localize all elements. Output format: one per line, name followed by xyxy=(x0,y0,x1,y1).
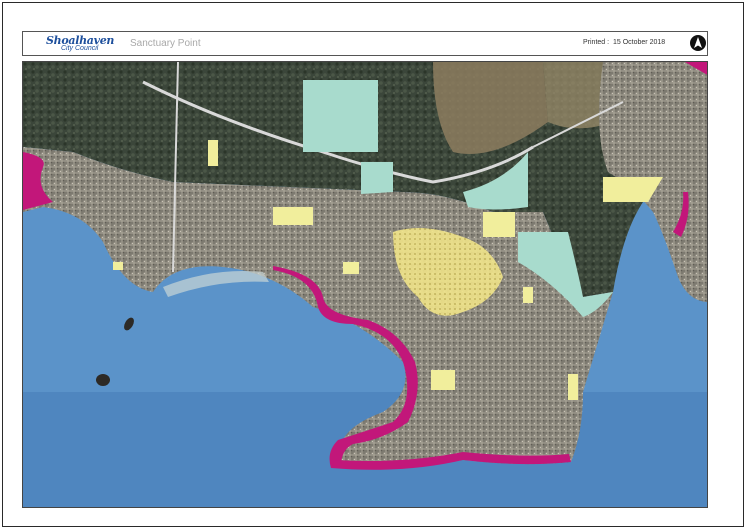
zone-yellow-2 xyxy=(273,207,313,225)
north-arrow-icon xyxy=(689,34,707,52)
zone-yellow-7 xyxy=(113,262,123,270)
zone-green-1 xyxy=(303,80,378,152)
logo-sub-text: City Council xyxy=(61,45,99,52)
place-name: Sanctuary Point xyxy=(130,38,201,49)
zone-green-2 xyxy=(361,162,393,194)
zone-yellow-6 xyxy=(523,287,533,303)
zone-yellow-9 xyxy=(568,374,578,400)
printed-label: Printed : xyxy=(583,39,610,46)
zone-yellow-5 xyxy=(431,370,455,390)
zone-yellow-1 xyxy=(208,140,218,166)
map-header: Shoalhaven City Council Sanctuary Point … xyxy=(22,31,708,56)
aerial-map[interactable] xyxy=(22,61,708,508)
council-logo: Shoalhaven City Council xyxy=(43,34,123,54)
printed-date: 15 October 2018 xyxy=(613,39,666,46)
zone-yellow-8 xyxy=(343,262,359,274)
island-2 xyxy=(96,374,110,386)
zone-yellow-3 xyxy=(483,212,515,237)
